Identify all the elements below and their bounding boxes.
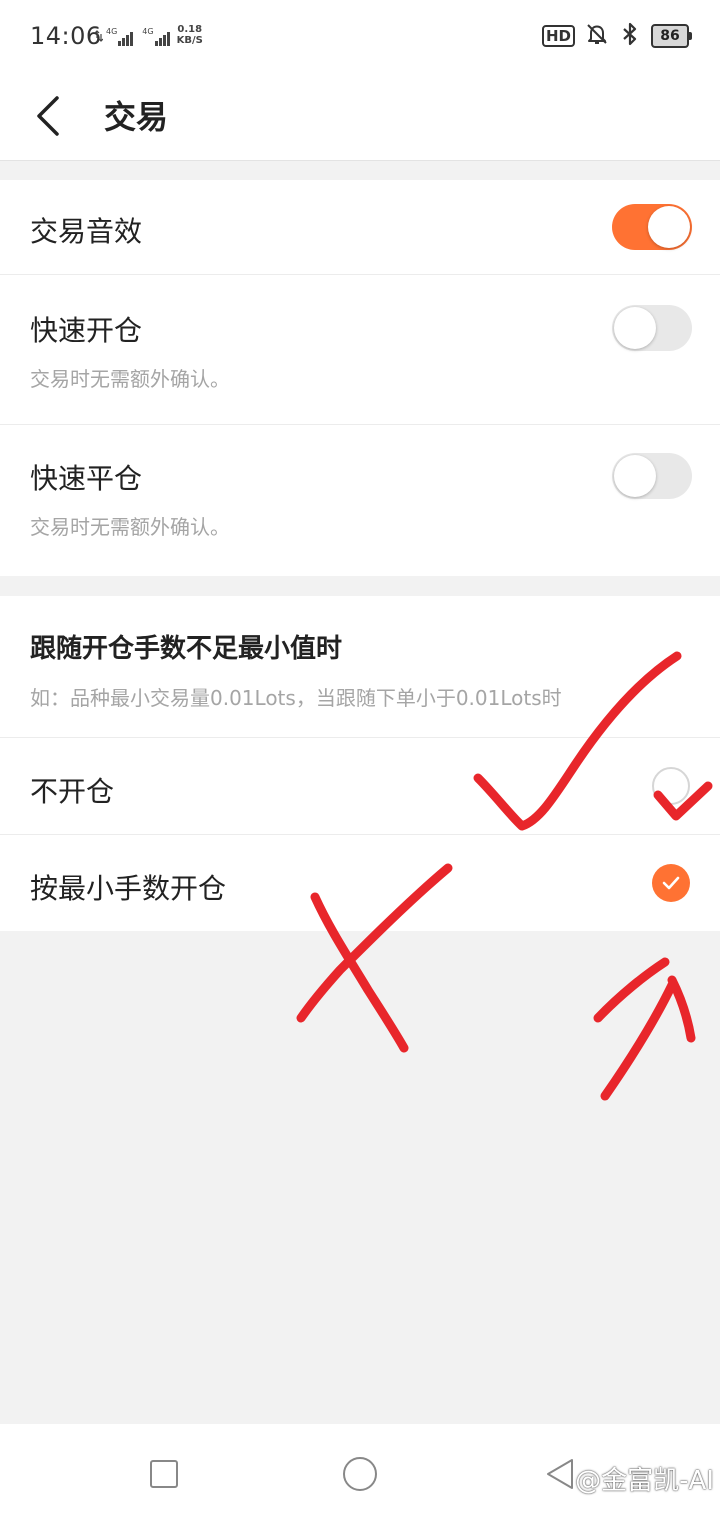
arrow-mark-stroke-1	[593, 957, 670, 1023]
back-icon[interactable]	[540, 1454, 580, 1494]
net-speed-unit: KB/S	[176, 35, 203, 46]
setting-description: 交易时无需额外确认。	[30, 515, 230, 539]
setting-label: 交易音效	[30, 215, 143, 248]
bluetooth-icon	[619, 22, 641, 50]
network-indicators: 4G 4G 0.18 KB/S	[94, 24, 203, 46]
data-arrows-icon	[94, 27, 104, 46]
option-row-min-lots[interactable]: 按最小手数开仓	[0, 835, 720, 932]
sim1-label: 4G	[106, 27, 118, 36]
option-label: 不开仓	[30, 775, 115, 808]
battery-icon: 86	[651, 24, 692, 48]
hd-icon: HD	[541, 25, 575, 47]
section-title: 跟随开仓手数不足最小值时	[30, 634, 343, 664]
option-label: 按最小手数开仓	[30, 872, 227, 905]
setting-label: 快速开仓	[30, 314, 143, 347]
recent-apps-icon[interactable]	[144, 1454, 184, 1494]
sim2-label: 4G	[142, 27, 154, 36]
quick-open-toggle[interactable]	[612, 305, 692, 351]
trade-settings-card: 交易音效 快速开仓 交易时无需额外确认。 快速平仓 交易时无需额外确认。	[0, 180, 720, 576]
signal-icon: 4G	[106, 27, 134, 46]
follow-settings-card: 跟随开仓手数不足最小值时 如：品种最小交易量0.01Lots，当跟随下单小于0.…	[0, 596, 720, 931]
setting-row-sound: 交易音效	[0, 180, 720, 275]
chevron-left-icon	[37, 96, 59, 136]
back-button[interactable]	[22, 84, 72, 148]
page-title: 交易	[104, 98, 169, 136]
signal-icon: 4G	[142, 27, 170, 46]
quick-close-toggle[interactable]	[612, 453, 692, 499]
arrow-mark-stroke-3	[667, 975, 696, 1043]
follow-header: 跟随开仓手数不足最小值时 如：品种最小交易量0.01Lots，当跟随下单小于0.…	[0, 596, 720, 738]
setting-label: 快速平仓	[30, 462, 143, 495]
radio-unchecked[interactable]	[652, 767, 690, 805]
status-right-icons: HD 86	[541, 22, 692, 50]
radio-checked[interactable]	[652, 864, 690, 902]
setting-description: 交易时无需额外确认。	[30, 367, 230, 391]
home-icon[interactable]	[340, 1454, 380, 1494]
setting-row-quick-close: 快速平仓 交易时无需额外确认。	[0, 425, 720, 576]
status-time: 14:06	[30, 22, 102, 50]
check-icon	[662, 876, 680, 890]
network-speed: 0.18 KB/S	[177, 24, 203, 46]
watermark: @金富凯-AI	[575, 1466, 714, 1496]
sound-toggle[interactable]	[612, 204, 692, 250]
bell-off-icon	[585, 22, 609, 50]
battery-level: 86	[651, 24, 689, 48]
setting-row-quick-open: 快速开仓 交易时无需额外确认。	[0, 275, 720, 425]
status-bar: 14:06 4G 4G 0.18 KB/S HD 86	[0, 0, 720, 72]
net-speed-value: 0.18	[177, 24, 203, 35]
section-description: 如：品种最小交易量0.01Lots，当跟随下单小于0.01Lots时	[30, 686, 562, 710]
option-row-no-open[interactable]: 不开仓	[0, 738, 720, 835]
arrow-mark-stroke-2	[600, 980, 677, 1101]
page-header: 交易	[0, 72, 720, 161]
